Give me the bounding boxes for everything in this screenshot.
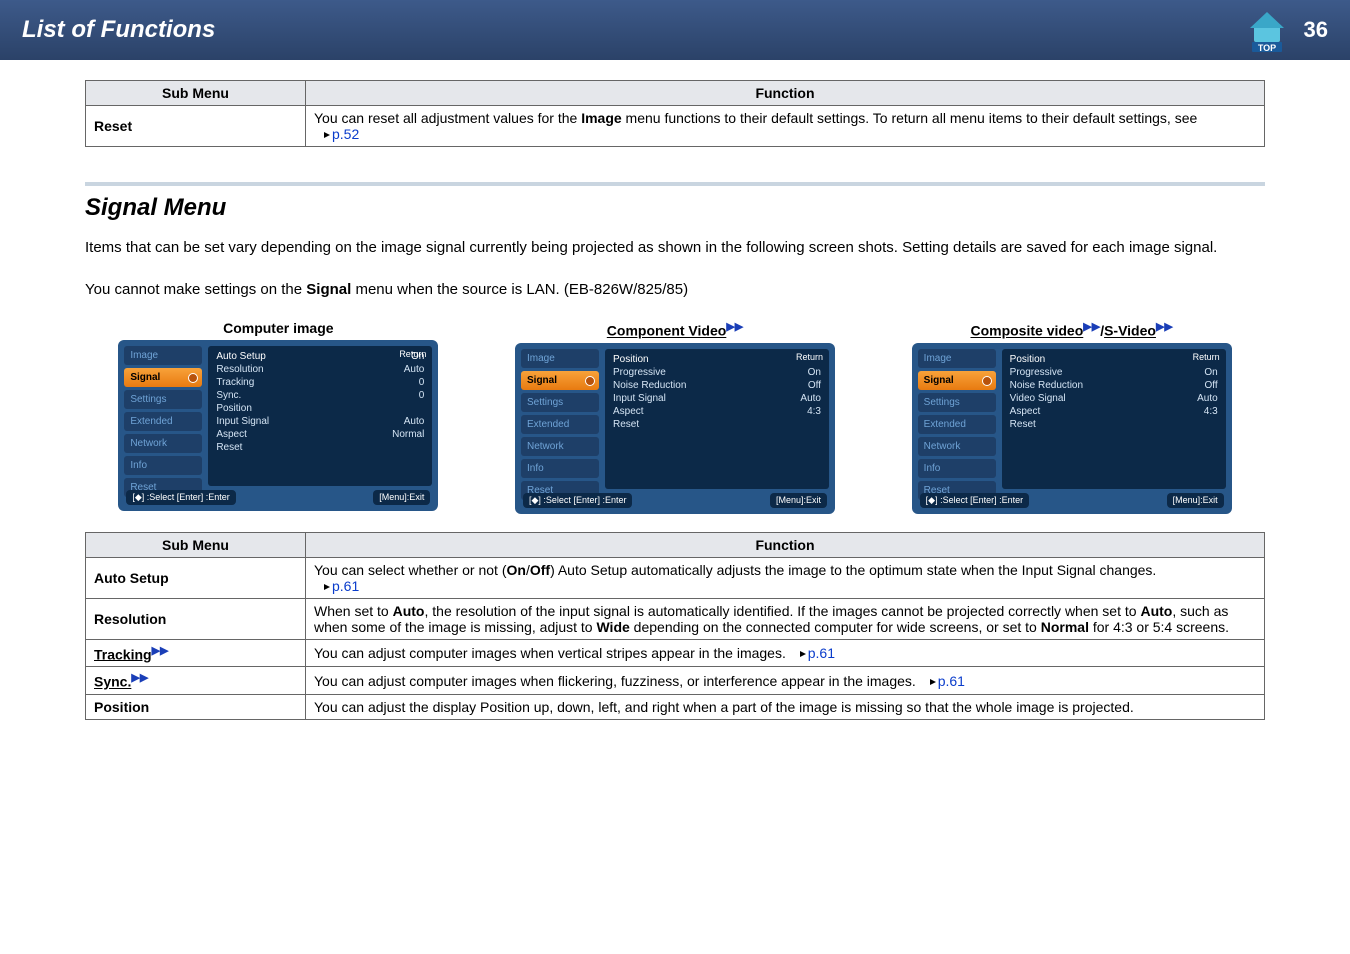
page-ref-link[interactable]: p.61 bbox=[920, 673, 965, 689]
row-sync-label: Sync.▶▶ bbox=[86, 667, 306, 695]
osd-component: Image Signal Settings Extended Network I… bbox=[515, 343, 835, 514]
caption-component-video: Component Video▶▶ bbox=[487, 320, 864, 339]
page-ref-link[interactable]: p.52 bbox=[314, 126, 359, 142]
col-function: Function bbox=[306, 81, 1265, 106]
paragraph-2: You cannot make settings on the Signal m… bbox=[85, 278, 1265, 302]
page-ref-link[interactable]: p.61 bbox=[790, 645, 835, 661]
top-icon[interactable]: TOP bbox=[1242, 6, 1292, 54]
hand-icon bbox=[790, 646, 806, 656]
hand-icon bbox=[314, 127, 330, 137]
table-row: Reset You can reset all adjustment value… bbox=[86, 106, 1265, 147]
paragraph-1: Items that can be set vary depending on … bbox=[85, 236, 1265, 260]
page-ref-link[interactable]: p.61 bbox=[314, 578, 359, 594]
osd-tab-settings: Settings bbox=[124, 390, 202, 409]
osd-computer: Image Signal Settings Extended Network I… bbox=[118, 340, 438, 511]
osd-tab-info: Info bbox=[124, 456, 202, 475]
glossary-icon: ▶▶ bbox=[1083, 321, 1100, 333]
page-header: List of Functions TOP 36 bbox=[0, 0, 1350, 60]
reset-desc: You can reset all adjustment values for … bbox=[306, 106, 1265, 147]
osd-return: Return bbox=[399, 349, 426, 359]
table-row: Auto Setup You can select whether or not… bbox=[86, 557, 1265, 598]
table-row: Resolution When set to Auto, the resolut… bbox=[86, 598, 1265, 639]
section-divider bbox=[85, 182, 1265, 186]
hand-icon bbox=[314, 579, 330, 589]
svg-text:TOP: TOP bbox=[1257, 43, 1275, 53]
glossary-icon: ▶▶ bbox=[152, 645, 169, 657]
caption-composite-svideo: Composite video▶▶/S-Video▶▶ bbox=[883, 320, 1260, 339]
row-tracking-desc: You can adjust computer images when vert… bbox=[306, 639, 1265, 667]
osd-tab-image: Image bbox=[124, 346, 202, 365]
col-submenu: Sub Menu bbox=[86, 81, 306, 106]
page-number: 36 bbox=[1304, 17, 1328, 43]
col-function: Function bbox=[306, 532, 1265, 557]
table-row: Tracking▶▶ You can adjust computer image… bbox=[86, 639, 1265, 667]
signal-table: Sub Menu Function Auto Setup You can sel… bbox=[85, 532, 1265, 720]
glossary-icon: ▶▶ bbox=[131, 672, 148, 684]
col-submenu: Sub Menu bbox=[86, 532, 306, 557]
reset-label: Reset bbox=[86, 106, 306, 147]
reset-table: Sub Menu Function Reset You can reset al… bbox=[85, 80, 1265, 147]
osd-composite: Image Signal Settings Extended Network I… bbox=[912, 343, 1232, 514]
glossary-icon: ▶▶ bbox=[1156, 321, 1173, 333]
hand-icon bbox=[920, 674, 936, 684]
glossary-icon: ▶▶ bbox=[726, 321, 743, 333]
osd-tab-extended: Extended bbox=[124, 412, 202, 431]
caption-computer-image: Computer image bbox=[90, 320, 467, 336]
screenshot-row: Computer image Image Signal Settings Ext… bbox=[90, 320, 1260, 514]
section-title: Signal Menu bbox=[85, 194, 1265, 222]
header-title: List of Functions bbox=[22, 16, 215, 44]
table-row: Position You can adjust the display Posi… bbox=[86, 694, 1265, 719]
row-position-label: Position bbox=[86, 694, 306, 719]
table-row: Sync.▶▶ You can adjust computer images w… bbox=[86, 667, 1265, 695]
row-sync-desc: You can adjust computer images when flic… bbox=[306, 667, 1265, 695]
osd-tab-signal: Signal bbox=[124, 368, 202, 387]
row-tracking-label: Tracking▶▶ bbox=[86, 639, 306, 667]
osd-tab-network: Network bbox=[124, 434, 202, 453]
row-auto-setup-desc: You can select whether or not (On/Off) A… bbox=[306, 557, 1265, 598]
row-resolution-desc: When set to Auto, the resolution of the … bbox=[306, 598, 1265, 639]
row-auto-setup-label: Auto Setup bbox=[86, 557, 306, 598]
row-position-desc: You can adjust the display Position up, … bbox=[306, 694, 1265, 719]
row-resolution-label: Resolution bbox=[86, 598, 306, 639]
